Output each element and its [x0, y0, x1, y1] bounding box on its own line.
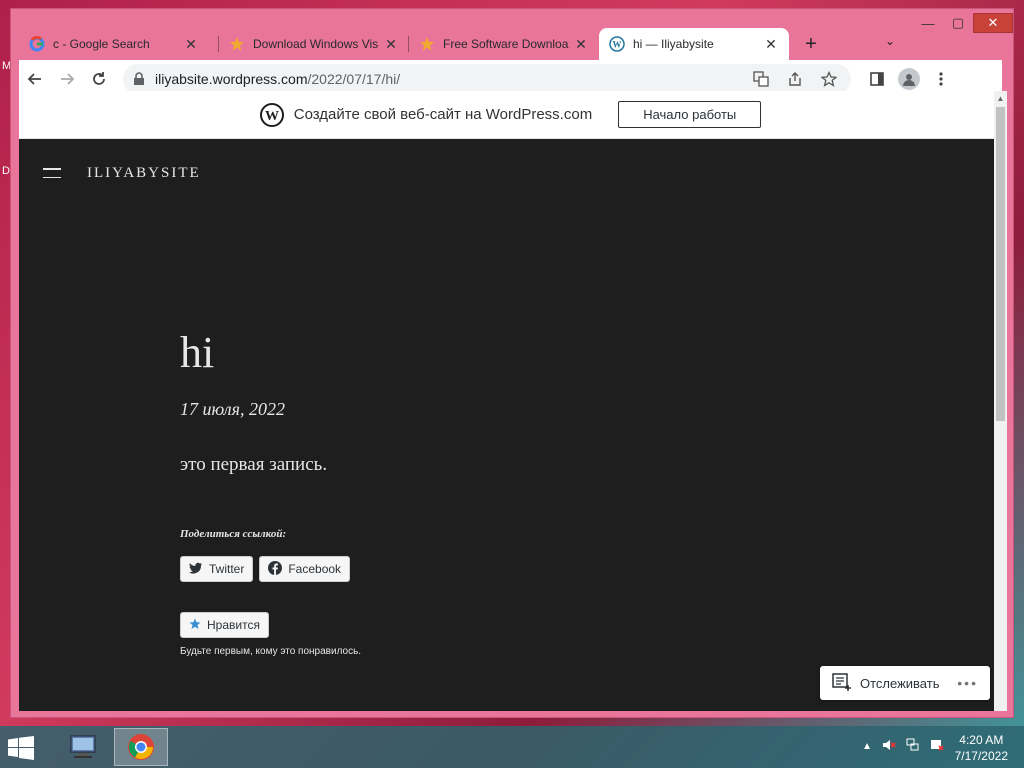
follow-label: Отслеживать: [860, 675, 940, 691]
scroll-up-arrow-icon[interactable]: ▲: [994, 91, 1007, 105]
tab-strip: c - Google Search ✕ Download Windows Vis…: [19, 28, 1013, 60]
url-host: iliyabsite.wordpress.com: [155, 70, 308, 87]
site-header: ILIYABYSITE: [19, 139, 1002, 207]
star-icon: [419, 36, 435, 52]
new-tab-button[interactable]: +: [799, 32, 823, 56]
tab-download-windows[interactable]: Download Windows Vis ✕: [219, 28, 409, 60]
lock-icon[interactable]: [133, 71, 145, 86]
site-title[interactable]: ILIYABYSITE: [87, 165, 201, 182]
like-label: Нравится: [207, 618, 260, 632]
wordpress-banner-text[interactable]: Создайте свой веб-сайт на WordPress.com: [294, 106, 592, 123]
twitter-share-button[interactable]: Twitter: [180, 556, 254, 582]
forward-button[interactable]: [51, 63, 83, 95]
translate-icon[interactable]: [749, 67, 773, 91]
twitter-label: Twitter: [209, 562, 245, 576]
tab-close-icon[interactable]: ✕: [183, 36, 199, 53]
tab-title: c - Google Search: [53, 37, 150, 51]
like-section: Нравится: [180, 612, 780, 638]
taskbar-chrome-icon[interactable]: [114, 728, 168, 766]
svg-text:W: W: [613, 40, 622, 50]
follow-reader-icon: [832, 672, 852, 694]
tab-close-icon[interactable]: ✕: [763, 36, 779, 53]
reload-button[interactable]: [83, 63, 115, 95]
post-title: hi: [180, 328, 215, 377]
hamburger-menu-icon[interactable]: [43, 168, 61, 178]
facebook-icon: [268, 560, 283, 578]
star-icon: [229, 36, 245, 52]
taskbar: ▲ 4:20 AM 7/17/2022: [0, 726, 1024, 768]
desktop-icon-fragment: D: [2, 165, 10, 177]
like-note: Будьте первым, кому это понравилось.: [180, 646, 362, 657]
tab-search-chevron-icon[interactable]: ⌄: [885, 34, 895, 48]
menu-kebab-icon[interactable]: [929, 67, 953, 91]
follow-button[interactable]: Отслеживать •••: [820, 666, 990, 700]
follow-more-icon[interactable]: •••: [957, 675, 978, 691]
post-date[interactable]: 17 июля, 2022: [180, 399, 780, 420]
clock-time: 4:20 AM: [959, 733, 1004, 747]
avatar-icon: [898, 67, 920, 90]
share-buttons: Twitter Facebook: [180, 556, 780, 582]
tab-close-icon[interactable]: ✕: [383, 36, 399, 53]
back-button[interactable]: [19, 63, 51, 95]
facebook-label: Facebook: [288, 562, 342, 576]
like-star-icon: [189, 618, 201, 633]
facebook-share-button[interactable]: Facebook: [259, 556, 351, 582]
tab-free-software[interactable]: Free Software Downloa ✕: [409, 28, 599, 60]
twitter-icon: [189, 562, 203, 577]
svg-text:W: W: [265, 109, 279, 124]
tab-close-icon[interactable]: ✕: [573, 36, 589, 53]
like-button[interactable]: Нравится: [180, 612, 269, 638]
bookmark-star-icon[interactable]: [817, 67, 841, 91]
google-icon: [29, 36, 45, 52]
tab-google-search[interactable]: c - Google Search ✕: [19, 28, 209, 60]
get-started-button[interactable]: Начало работы: [618, 101, 762, 128]
windows-start-icon[interactable]: [8, 736, 34, 760]
wordpress-logo-icon[interactable]: W: [259, 102, 284, 127]
tab-title: hi — Iliyabysite: [633, 37, 714, 51]
tab-title: Download Windows Vis: [253, 37, 379, 51]
clock-date: 7/17/2022: [954, 749, 1008, 763]
scroll-thumb[interactable]: [996, 107, 1005, 421]
taskbar-clock[interactable]: 4:20 AM 7/17/2022: [955, 732, 1008, 764]
share-label: Поделиться ссылкой:: [180, 528, 287, 540]
tab-active-iliyabysite[interactable]: W hi — Iliyabysite ✕: [599, 28, 789, 60]
profile-avatar[interactable]: [897, 67, 921, 91]
system-tray: ▲: [862, 738, 944, 755]
url-path: /2022/07/17/hi/: [307, 70, 401, 87]
tray-expand-icon[interactable]: ▲: [862, 741, 872, 752]
volume-muted-icon[interactable]: [882, 738, 896, 755]
page-viewport: W Создайте свой веб-сайт на WordPress.co…: [19, 91, 1002, 711]
wordpress-banner: W Создайте свой веб-сайт на WordPress.co…: [19, 91, 1002, 139]
taskbar-explorer-icon[interactable]: [56, 728, 110, 766]
page-scrollbar[interactable]: ▲: [994, 91, 1007, 711]
share-icon[interactable]: [783, 67, 807, 91]
browser-window: — ▢ ✕ c - Google Search ✕ Download Windo…: [10, 8, 1014, 718]
post-body: это первая запись.: [180, 454, 328, 475]
tab-title: Free Software Downloa: [443, 37, 569, 51]
side-panel-icon[interactable]: [865, 67, 889, 91]
action-center-icon[interactable]: [930, 738, 944, 755]
wordpress-icon: W: [609, 36, 625, 52]
post-article: hi 17 июля, 2022 это первая запись. Поде…: [180, 329, 780, 657]
network-icon[interactable]: [906, 738, 920, 755]
address-bar[interactable]: iliyabsite.wordpress.com/2022/07/17/hi/: [123, 63, 851, 94]
